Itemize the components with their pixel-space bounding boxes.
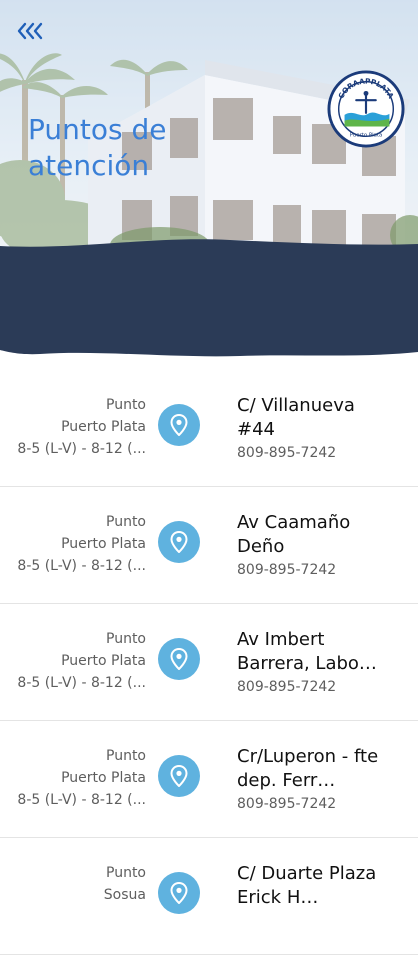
location-info: Punto Sosua — [6, 862, 146, 906]
location-hours: 8-5 (L-V) - 8-12 (... — [17, 558, 146, 574]
triple-chevron-left-icon — [17, 22, 43, 40]
location-address: Av Imbert Barrera, Labo… — [237, 629, 377, 674]
location-address: Cr/Luperon - fte dep. Ferr… — [237, 746, 379, 791]
location-info: Punto Puerto Plata 8-5 (L-V) - 8-12 (... — [6, 628, 146, 694]
page-title: Puntos de atención — [28, 113, 167, 182]
location-pin-button[interactable] — [158, 521, 200, 563]
map-pin-icon — [170, 765, 188, 787]
location-type: Punto — [106, 514, 146, 530]
location-details: C/ Villanueva #44 809-895-7242 — [237, 394, 389, 463]
header-banner: Puntos de atención CORAAPPLATA Puerto Pl… — [0, 0, 418, 360]
location-phone[interactable]: 809-895-7242 — [237, 794, 389, 814]
location-details: Av Caamaño Deño 809-895-7242 — [237, 511, 389, 580]
location-pin-button[interactable] — [158, 404, 200, 446]
map-pin-icon — [170, 531, 188, 553]
location-details: C/ Duarte Plaza Erick H… — [237, 862, 389, 911]
location-city: Puerto Plata — [61, 653, 146, 669]
location-city: Puerto Plata — [61, 536, 146, 552]
location-city: Puerto Plata — [61, 770, 146, 786]
location-city: Sosua — [103, 887, 146, 903]
location-city: Puerto Plata — [61, 419, 146, 435]
location-type: Punto — [106, 631, 146, 647]
location-type: Punto — [106, 865, 146, 881]
location-info: Punto Puerto Plata 8-5 (L-V) - 8-12 (... — [6, 745, 146, 811]
map-pin-icon — [170, 648, 188, 670]
location-pin-button[interactable] — [158, 755, 200, 797]
locations-list: Punto Puerto Plata 8-5 (L-V) - 8-12 (...… — [0, 370, 418, 955]
location-address: C/ Duarte Plaza Erick H… — [237, 863, 377, 908]
location-address: Av Caamaño Deño — [237, 512, 351, 557]
location-info: Punto Puerto Plata 8-5 (L-V) - 8-12 (... — [6, 511, 146, 577]
location-hours: 8-5 (L-V) - 8-12 (... — [17, 792, 146, 808]
location-item[interactable]: Punto Puerto Plata 8-5 (L-V) - 8-12 (...… — [0, 370, 418, 487]
location-item[interactable]: Punto Puerto Plata 8-5 (L-V) - 8-12 (...… — [0, 604, 418, 721]
location-hours: 8-5 (L-V) - 8-12 (... — [17, 675, 146, 691]
location-type: Punto — [106, 748, 146, 764]
map-pin-icon — [170, 882, 188, 904]
location-address: C/ Villanueva #44 — [237, 395, 355, 440]
location-item[interactable]: Punto Sosua C/ Duarte Plaza Erick H… — [0, 838, 418, 955]
location-type: Punto — [106, 397, 146, 413]
map-pin-icon — [170, 414, 188, 436]
location-phone[interactable]: 809-895-7242 — [237, 560, 389, 580]
location-hours: 8-5 (L-V) - 8-12 (... — [17, 441, 146, 457]
logo-text-bottom: Puerto Plata — [350, 132, 383, 138]
back-button[interactable] — [14, 18, 48, 44]
location-phone[interactable]: 809-895-7242 — [237, 677, 389, 697]
location-details: Cr/Luperon - fte dep. Ferr… 809-895-7242 — [237, 745, 389, 814]
coraaplata-logo: CORAAPPLATA Puerto Plata — [327, 70, 405, 148]
location-item[interactable]: Punto Puerto Plata 8-5 (L-V) - 8-12 (...… — [0, 721, 418, 838]
location-info: Punto Puerto Plata 8-5 (L-V) - 8-12 (... — [6, 394, 146, 460]
location-details: Av Imbert Barrera, Labo… 809-895-7242 — [237, 628, 389, 697]
location-pin-button[interactable] — [158, 638, 200, 680]
location-pin-button[interactable] — [158, 872, 200, 914]
location-phone[interactable]: 809-895-7242 — [237, 443, 389, 463]
location-item[interactable]: Punto Puerto Plata 8-5 (L-V) - 8-12 (...… — [0, 487, 418, 604]
